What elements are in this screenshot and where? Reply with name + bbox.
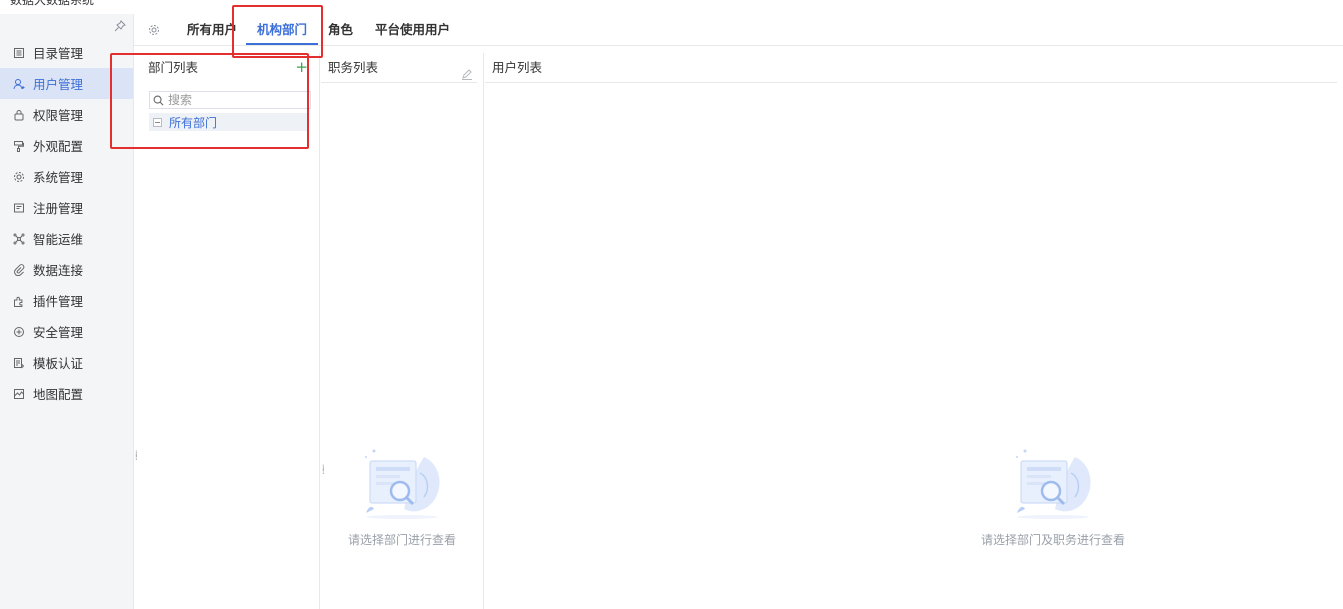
user-empty-state: 请选择部门及职务进行查看 [973, 443, 1133, 548]
collapse-icon[interactable] [153, 117, 162, 127]
sidebar: 目录管理 用户管理 权限管理 外观配置 系统管理 注册管理 智能运维 数据连接 … [0, 14, 134, 609]
catalog-icon [13, 47, 25, 59]
duty-empty-text: 请选择部门进行查看 [347, 533, 456, 547]
sidebar-item-label: 安全管理 [33, 325, 84, 340]
edit-icon[interactable] [461, 61, 473, 80]
sidebar-item-label: 模板认证 [33, 356, 84, 371]
duty-panel-title: 职务列表 [328, 60, 379, 75]
gear-icon [13, 171, 25, 183]
duty-empty-state: 请选择部门进行查看 [337, 443, 467, 548]
settings-gear-icon[interactable] [148, 24, 160, 36]
user-panel: 用户列表 请选择部门及职务进行查看 [485, 53, 1343, 609]
dept-panel-title: 部门列表 [148, 60, 199, 75]
puzzle-icon [13, 295, 25, 307]
active-tab-indicator [246, 43, 318, 45]
nodes-icon [13, 233, 25, 245]
sidebar-item-plugin[interactable]: 插件管理 [0, 285, 133, 316]
duty-panel-header: 职务列表 [321, 53, 477, 83]
sidebar-item-user[interactable]: 用户管理 [0, 68, 133, 99]
search-icon [153, 95, 164, 105]
sidebar-item-label: 系统管理 [33, 170, 84, 185]
sidebar-item-system[interactable]: 系统管理 [0, 161, 133, 192]
sidebar-resize-handle[interactable]: ⁞ ⁞ [135, 450, 139, 464]
user-empty-text: 请选择部门及职务进行查看 [980, 533, 1125, 547]
sidebar-item-register[interactable]: 注册管理 [0, 192, 133, 223]
user-panel-header: 用户列表 [485, 53, 1337, 83]
tree-node-all-depts[interactable]: 所有部门 [149, 113, 307, 131]
sidebar-item-template[interactable]: 模板认证 [0, 347, 133, 378]
template-icon [13, 357, 25, 369]
tab-role[interactable]: 角色 [328, 14, 353, 45]
empty-illustration-icon [365, 449, 440, 519]
register-icon [13, 202, 25, 214]
sidebar-item-label: 插件管理 [33, 294, 84, 309]
lock-icon [13, 109, 25, 121]
empty-illustration-icon [1016, 449, 1091, 519]
sidebar-item-label: 外观配置 [33, 139, 84, 154]
app-title: 数据大数据系统 [10, 0, 95, 7]
sidebar-item-catalog[interactable]: 目录管理 [0, 37, 133, 68]
dept-search-box[interactable] [149, 91, 311, 109]
sidebar-item-map[interactable]: 地图配置 [0, 378, 133, 409]
sidebar-item-label: 地图配置 [33, 387, 84, 402]
dept-search-input[interactable] [168, 93, 298, 107]
sidebar-item-appearance[interactable]: 外观配置 [0, 130, 133, 161]
sidebar-item-label: 数据连接 [33, 263, 84, 278]
sidebar-menu: 目录管理 用户管理 权限管理 外观配置 系统管理 注册管理 智能运维 数据连接 … [0, 37, 133, 409]
sidebar-item-security[interactable]: 安全管理 [0, 316, 133, 347]
shield-icon [13, 326, 25, 338]
sidebar-item-permission[interactable]: 权限管理 [0, 99, 133, 130]
dept-panel-header: 部门列表 + [141, 53, 319, 83]
sidebar-item-label: 用户管理 [33, 77, 84, 92]
sidebar-item-connection[interactable]: 数据连接 [0, 254, 133, 285]
tree-node-label: 所有部门 [169, 115, 218, 130]
sidebar-item-ops[interactable]: 智能运维 [0, 223, 133, 254]
dept-panel: 部门列表 + 所有部门 [141, 53, 320, 609]
tab-bar: 所有用户 机构部门 角色 平台使用用户 [134, 14, 1343, 46]
app-root: 数据大数据系统 目录管理 用户管理 权限管理 外观配置 系统管理 注册管理 智能… [0, 0, 1343, 609]
tab-all-users[interactable]: 所有用户 [187, 14, 237, 45]
pin-icon[interactable] [114, 20, 126, 32]
map-icon [13, 388, 25, 400]
panel-resize-handle[interactable]: ⁞ ⁞ [322, 464, 326, 478]
brush-icon [13, 140, 25, 152]
sidebar-item-label: 注册管理 [33, 201, 84, 216]
tab-platform-users[interactable]: 平台使用用户 [375, 14, 450, 45]
user-icon [13, 78, 25, 90]
sidebar-item-label: 目录管理 [33, 46, 84, 61]
sidebar-item-label: 智能运维 [33, 232, 84, 247]
sidebar-item-label: 权限管理 [33, 108, 84, 123]
add-dept-button[interactable]: + [295, 53, 308, 82]
user-panel-title: 用户列表 [492, 60, 543, 75]
tab-org-dept[interactable]: 机构部门 [257, 14, 307, 45]
link-icon [13, 263, 25, 276]
duty-panel: 职务列表 请选择部门进行查看 [321, 53, 484, 609]
